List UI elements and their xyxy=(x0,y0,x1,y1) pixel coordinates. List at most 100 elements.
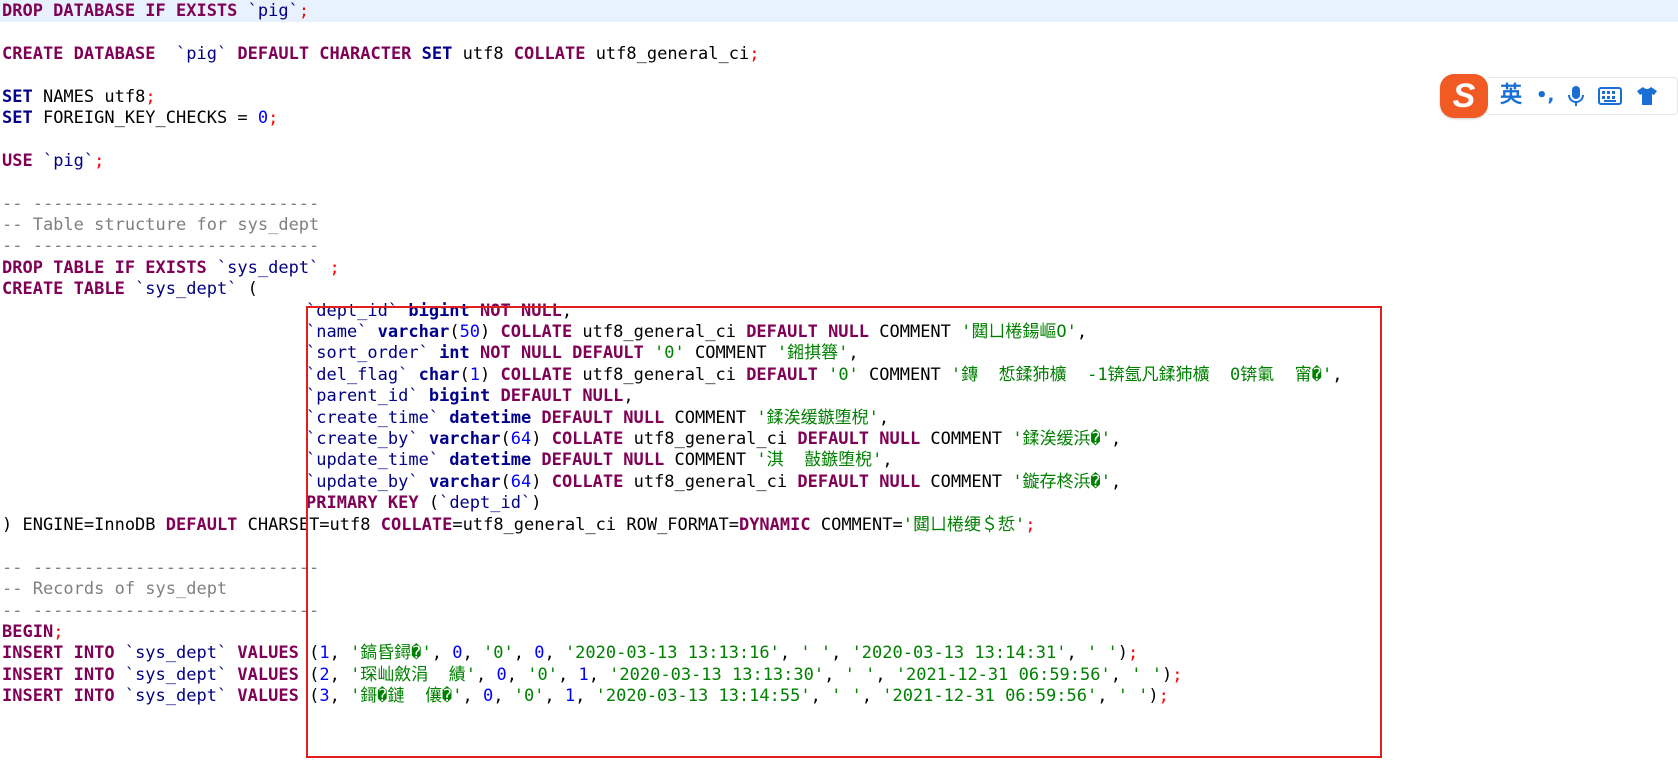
code-token-kw: COLLATE xyxy=(380,515,453,535)
keyboard-icon[interactable] xyxy=(1598,87,1623,105)
code-token-str: '0' xyxy=(527,665,558,685)
code-token-cmt: -- Records of sys_dept xyxy=(2,579,228,599)
code-token-kw: USE xyxy=(2,151,43,171)
code-token-plain: ) xyxy=(480,322,501,342)
code-token-plain: CHARSET=utf8 xyxy=(237,515,381,535)
code-line[interactable]: `create_time` datetime DEFAULT NULL COMM… xyxy=(306,407,889,429)
code-token-str: '鎬昏鐞�' xyxy=(350,643,432,663)
code-token-kw: CREATE TABLE xyxy=(2,279,136,299)
code-line[interactable]: `update_time` datetime DEFAULT NULL COMM… xyxy=(306,449,893,471)
code-line[interactable]: -- Table structure for sys_dept xyxy=(2,214,319,236)
code-line[interactable]: -- Records of sys_dept xyxy=(2,578,227,600)
microphone-icon[interactable] xyxy=(1568,85,1585,107)
code-line[interactable]: `create_by` varchar(64) COLLATE utf8_gen… xyxy=(306,428,1121,450)
code-token-str: '淇 敼鏃堕棿' xyxy=(756,450,883,470)
code-line[interactable]: `sort_order` int NOT NULL DEFAULT '0' CO… xyxy=(306,342,859,364)
code-token-plain: , xyxy=(878,408,890,428)
code-line[interactable]: INSERT INTO `sys_dept` VALUES (1, '鎬昏鐞�'… xyxy=(2,642,1138,664)
code-line[interactable]: -- ---------------------------- xyxy=(2,557,319,579)
code-token-plain: , xyxy=(1097,686,1118,706)
code-line[interactable]: SET FOREIGN_KEY_CHECKS = 0; xyxy=(2,107,278,129)
code-token-id: `sys_dept` xyxy=(124,643,228,663)
code-token-id: `sort_order` xyxy=(306,343,429,363)
code-token-kw: DEFAULT NULL xyxy=(541,408,665,428)
code-token-plain: , xyxy=(875,665,896,685)
code-token-num: 2 xyxy=(319,665,330,685)
code-token-plain: , xyxy=(1066,643,1087,663)
code-token-id: `name` xyxy=(306,322,368,342)
code-token-semi: ; xyxy=(749,44,760,64)
code-token-kw2: SET xyxy=(2,108,33,128)
code-token-kw2: datetime xyxy=(439,408,542,428)
code-token-plain: NAMES utf8 xyxy=(32,87,146,107)
code-token-plain: utf8_general_ci xyxy=(623,429,798,449)
code-token-semi: ; xyxy=(94,151,105,171)
ime-language-toggle[interactable]: 英 xyxy=(1500,85,1522,107)
code-token-plain: , xyxy=(1110,665,1132,685)
code-token-str: ' ' xyxy=(1086,643,1118,663)
code-token-kw: NOT NULL DEFAULT xyxy=(480,343,655,363)
code-token-plain: ( xyxy=(500,429,511,449)
code-token-id: `parent_id` xyxy=(306,386,419,406)
code-token-num: 0 xyxy=(452,643,463,663)
sql-editor[interactable]: DROP DATABASE IF EXISTS `pig`; CREATE DAT… xyxy=(0,0,1678,764)
code-line[interactable]: -- ---------------------------- xyxy=(2,193,319,215)
code-token-str: '鍒涘缓浜�' xyxy=(1012,429,1112,449)
code-token-plain: , xyxy=(848,343,859,363)
code-token-str: '鎶�鏈 儴�' xyxy=(350,686,463,706)
code-token-kw: PRIMARY KEY xyxy=(306,493,419,513)
code-token-plain: , xyxy=(1076,322,1088,342)
code-line[interactable]: INSERT INTO `sys_dept` VALUES (3, '鎶�鏈 儴… xyxy=(2,685,1169,707)
code-token-str: ' ' xyxy=(1117,686,1149,706)
code-line[interactable]: `del_flag` char(1) COLLATE utf8_general_… xyxy=(306,364,1342,386)
code-token-num: 64 xyxy=(510,429,532,449)
code-line[interactable]: CREATE DATABASE `pig` DEFAULT CHARACTER … xyxy=(2,43,759,65)
code-token-semi: ; xyxy=(53,622,64,642)
code-token-num: 1 xyxy=(469,365,481,385)
code-token-plain: , xyxy=(623,386,634,406)
code-line[interactable]: BEGIN; xyxy=(2,621,63,643)
code-token-plain: , xyxy=(779,643,801,663)
code-token-kw: VALUES xyxy=(227,686,310,706)
code-token-kw2: char xyxy=(408,365,460,385)
code-token-plain: COMMENT xyxy=(920,472,1013,492)
code-line[interactable]: `parent_id` bigint DEFAULT NULL, xyxy=(306,385,634,407)
skin-shirt-icon[interactable] xyxy=(1636,86,1658,106)
code-line-current[interactable]: DROP DATABASE IF EXISTS `pig`; xyxy=(0,0,1678,22)
code-token-kw: INSERT INTO xyxy=(2,665,125,685)
code-line[interactable]: `update_by` varchar(64) COLLATE utf8_gen… xyxy=(306,471,1121,493)
ime-punctuation-toggle[interactable]: •, xyxy=(1536,87,1554,105)
code-line[interactable]: ) ENGINE=InnoDB DEFAULT CHARSET=utf8 COL… xyxy=(2,514,1035,536)
code-token-kw: DEFAULT xyxy=(165,515,238,535)
code-line[interactable]: DROP TABLE IF EXISTS `sys_dept` ; xyxy=(2,257,340,279)
code-line[interactable]: INSERT INTO `sys_dept` VALUES (2, '琛屾斂涓 … xyxy=(2,664,1182,686)
code-line[interactable]: `name` varchar(50) COLLATE utf8_general_… xyxy=(306,321,1087,343)
code-line[interactable]: -- ---------------------------- xyxy=(2,600,319,622)
code-token-str: '鍒涘缓鏃堕棿' xyxy=(756,408,879,428)
code-token-semi: ; xyxy=(1172,665,1183,685)
ime-toolbar[interactable]: S 英 •, xyxy=(1440,74,1678,118)
code-token-plain: , xyxy=(462,643,483,663)
code-token-num: 1 xyxy=(564,686,576,706)
code-line[interactable]: CREATE TABLE `sys_dept` ( xyxy=(2,278,258,300)
sogou-logo-icon[interactable]: S xyxy=(1440,74,1488,118)
code-line[interactable]: `dept_id` bigint NOT NULL, xyxy=(306,300,572,322)
code-token-kw2: varchar xyxy=(367,322,450,342)
code-token-kw: COLLATE xyxy=(513,44,586,64)
code-token-plain: , xyxy=(513,643,535,663)
code-line[interactable]: -- ---------------------------- xyxy=(2,235,319,257)
code-token-str: '0' xyxy=(654,343,685,363)
code-token-id: `create_time` xyxy=(306,408,440,428)
code-token-cmt: -- ---------------------------- xyxy=(2,194,320,214)
code-line[interactable]: SET NAMES utf8; xyxy=(2,86,156,108)
code-token-plain: COMMENT xyxy=(684,343,777,363)
code-token-str: '鏇存柊浜�' xyxy=(1012,472,1112,492)
code-token-plain: , xyxy=(588,665,610,685)
code-line[interactable]: USE `pig`; xyxy=(2,150,104,172)
code-token-plain: COMMENT xyxy=(920,429,1013,449)
code-token-plain: , xyxy=(1111,429,1122,449)
code-line[interactable]: PRIMARY KEY (`dept_id`) xyxy=(306,492,541,514)
code-token-plain: FOREIGN_KEY_CHECKS = xyxy=(32,108,258,128)
code-token-num: 0 xyxy=(482,686,494,706)
code-token-plain: ) xyxy=(1161,665,1173,685)
